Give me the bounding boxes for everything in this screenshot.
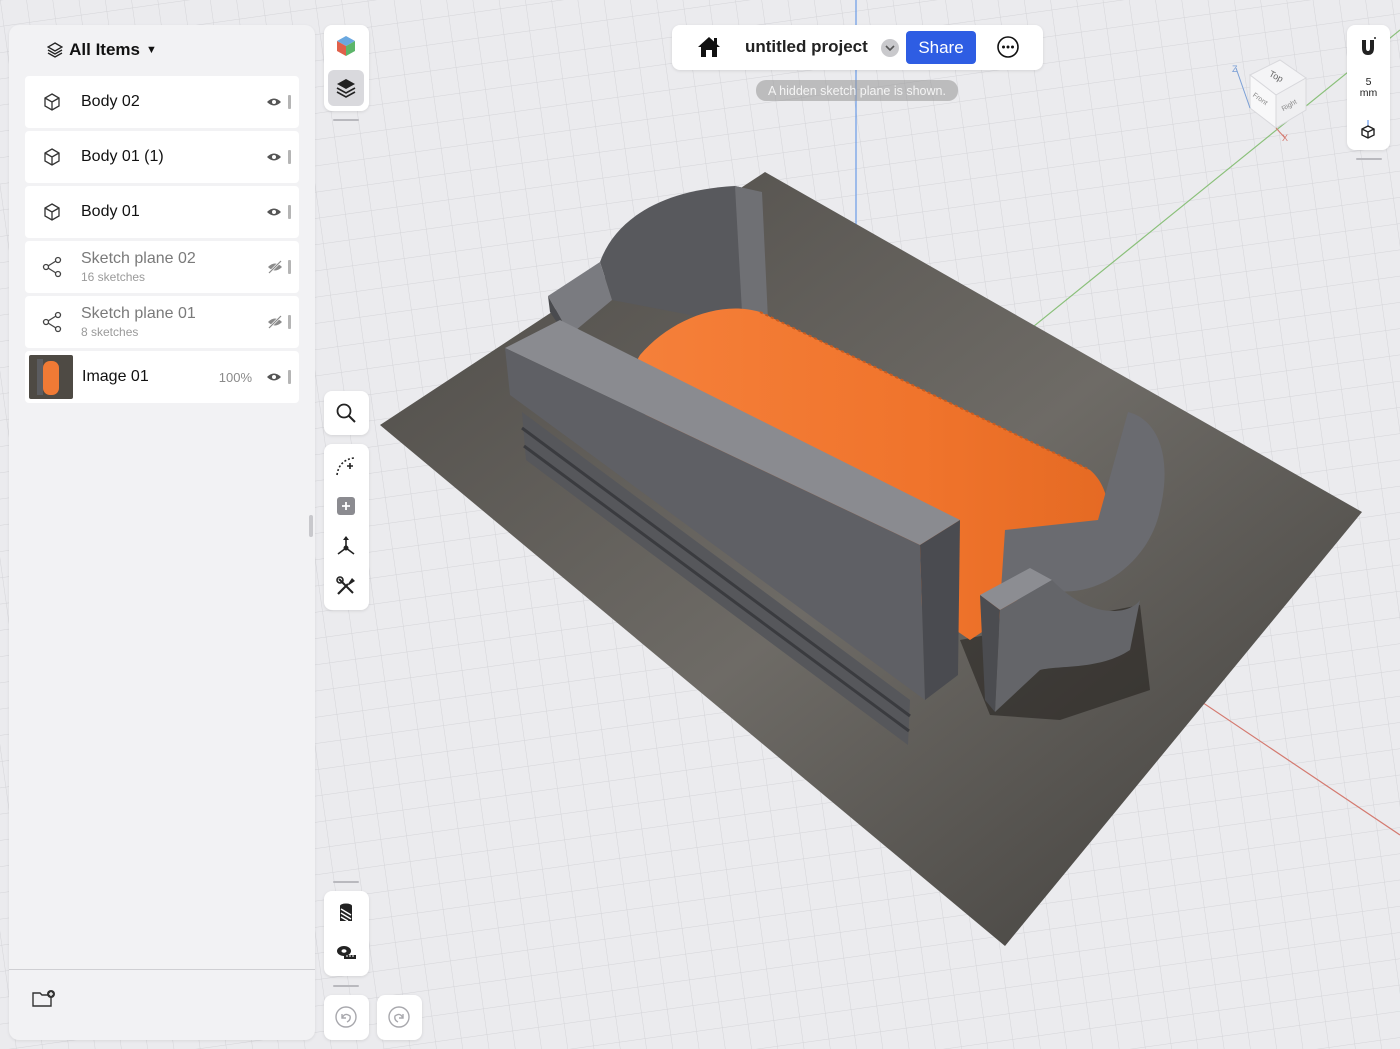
panel-resize-handle[interactable] [309,515,313,537]
project-menu-chevron[interactable] [881,39,899,57]
item-label: Body 02 [81,93,140,110]
sketch-plane-icon [42,311,62,333]
grid-cube-icon [1361,120,1375,139]
hint-toast: A hidden sketch plane is shown. [756,80,958,101]
section-cut-icon [340,903,352,922]
redo-container [377,995,422,1040]
add-box-icon [337,497,355,515]
redo-button[interactable] [381,999,417,1035]
cube-icon [44,203,60,221]
all-items-label: All Items [69,40,140,59]
chevron-down-icon [885,45,895,52]
utility-toolbar [324,891,369,976]
snap-magnet-button[interactable] [1350,29,1386,65]
drag-handle[interactable] [288,205,291,219]
more-options-button[interactable] [990,29,1026,65]
layers-icon [47,42,64,58]
list-item-sketch-plane-02[interactable]: Sketch plane 02 16 sketches [25,241,299,293]
list-item-body-02[interactable]: Body 02 [25,76,299,128]
cube-icon [44,148,60,166]
visibility-eye-icon[interactable] [266,95,284,109]
item-sublabel: 16 sketches [81,270,146,284]
tools-button[interactable] [328,568,364,604]
snap-toolbar: 5 mm [1347,25,1390,150]
cube-icon [44,93,60,111]
undo-icon [335,1006,357,1028]
item-label: Sketch plane 02 [81,250,196,267]
toolbar-separator [333,881,359,883]
measure-button[interactable] [328,935,364,971]
list-item-image-01[interactable]: Image 01 100% [25,351,299,403]
visibility-eye-icon[interactable] [266,205,284,219]
grid-unit-readout[interactable]: 5 mm [1347,77,1390,99]
folder-add-icon [32,990,55,1007]
image-opacity-value: 100% [218,369,252,385]
chevron-down-icon: ▼ [145,44,157,56]
magnet-icon [1362,37,1376,55]
visibility-eye-icon[interactable] [266,150,284,164]
drag-handle[interactable] [288,315,291,329]
undo-container [324,995,369,1040]
sketch-tool-button[interactable] [328,448,364,484]
grid-unit-label: mm [1359,87,1378,99]
colored-cube-icon [337,36,355,56]
toolbar-separator [333,985,359,987]
tools-toolbar [324,444,369,610]
list-item-sketch-plane-01[interactable]: Sketch plane 01 8 sketches [25,296,299,348]
redo-icon [388,1006,410,1028]
sketch-plane-icon [42,256,62,278]
item-label: Image 01 [82,368,149,385]
drag-handle[interactable] [288,95,291,109]
list-item-body-01[interactable]: Body 01 [25,186,299,238]
wrench-screwdriver-icon [336,576,355,595]
home-icon [698,37,720,57]
grid-plane-button[interactable] [1350,112,1386,148]
panel-divider [9,969,315,970]
tape-measure-icon [337,946,356,959]
list-item-body-01-1[interactable]: Body 01 (1) [25,131,299,183]
transform-tool-button[interactable] [328,528,364,564]
drag-handle[interactable] [288,150,291,164]
primitive-tool-button[interactable] [328,488,364,524]
view-mode-toolbar [324,25,369,111]
project-title-bar: untitled project Share [672,25,1043,70]
section-view-button[interactable] [328,895,364,931]
visibility-eye-icon[interactable] [266,370,284,384]
more-options-icon [997,36,1019,58]
move-axes-icon [337,536,355,555]
search-icon [336,403,356,423]
drag-handle[interactable] [288,260,291,274]
search-toolbar [324,391,369,435]
toolbar-separator [333,119,359,121]
project-title[interactable]: untitled project [745,37,868,57]
image-thumbnail [29,355,73,399]
axis-z-label: Z [1232,64,1238,74]
search-button[interactable] [328,395,364,431]
item-sublabel: 8 sketches [81,325,139,339]
share-button[interactable]: Share [906,31,976,64]
undo-button[interactable] [328,999,364,1035]
layers-button[interactable] [328,70,364,106]
items-panel: All Items ▼ Body 02 Body 01 (1) Body 01 … [9,25,315,1040]
axis-x-label: X [1282,133,1288,143]
appearance-button[interactable] [328,28,364,64]
new-folder-button[interactable] [31,988,57,1010]
home-button[interactable] [691,29,727,65]
curve-add-icon [336,457,355,476]
item-label: Body 01 (1) [81,148,164,165]
item-label: Sketch plane 01 [81,305,196,322]
all-items-dropdown[interactable]: All Items ▼ [0,25,255,75]
toolbar-separator [1356,158,1382,160]
item-label: Body 01 [81,203,140,220]
visibility-hidden-icon[interactable] [266,315,284,329]
layers-stack-icon [336,79,356,98]
visibility-hidden-icon[interactable] [266,260,284,274]
drag-handle[interactable] [288,370,291,384]
